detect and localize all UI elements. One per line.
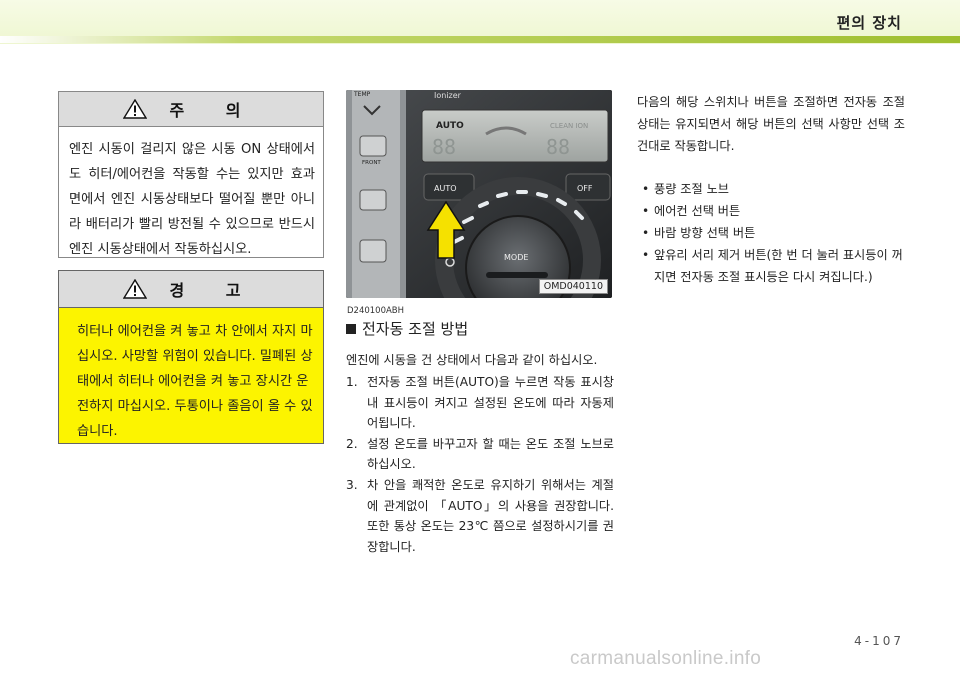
- step-text: 차 안을 쾌적한 온도로 유지하기 위해서는 계절에 관계없이 「AUTO」의 …: [367, 477, 614, 554]
- section-title: 편의 장치: [836, 14, 902, 32]
- warning-triangle-icon: [123, 279, 148, 299]
- list-item: • 앞유리 서리 제거 버튼(한 번 더 눌러 표시등이 꺼지면 전자동 조절 표…: [637, 244, 905, 288]
- subheading-text: 전자동 조절 방법: [362, 320, 469, 338]
- bullet-text: 에어컨 선택 버튼: [654, 204, 741, 218]
- bullet-icon: •: [642, 182, 650, 196]
- list-item: • 바람 방향 선택 버튼: [637, 222, 905, 244]
- intro-text: 엔진에 시동을 건 상태에서 다음과 같이 하십시오.: [346, 353, 598, 367]
- mode-label: MODE: [504, 253, 528, 262]
- list-item: • 에어컨 선택 버튼: [637, 200, 905, 222]
- climate-control-photo: TEMP FRONT Ionizer AUTO CLEAN ION 88 88 …: [346, 90, 612, 298]
- list-item: 3. 차 안을 쾌적한 온도로 유지하기 위해서는 계절에 관계없이 「AUTO…: [346, 475, 614, 557]
- caution-title: 주 의: [169, 101, 259, 120]
- bullet-icon: •: [642, 204, 650, 218]
- warning-text: 히터나 에어컨을 켜 놓고 차 안에서 자지 마십시오. 사망할 위험이 있습니…: [77, 324, 313, 439]
- list-item: • 풍량 조절 노브: [637, 178, 905, 200]
- square-bullet-icon: [346, 323, 356, 334]
- document-code: D240100ABH: [347, 306, 405, 316]
- header-divider: [0, 36, 960, 43]
- warning-box: 경 고 히터나 에어컨을 켜 놓고 차 안에서 자지 마십시오. 사망할 위험이…: [58, 270, 324, 444]
- bullet-text: 풍량 조절 노브: [654, 182, 730, 196]
- off-button-label: OFF: [577, 184, 593, 193]
- step-number: 3.: [346, 477, 358, 492]
- bullet-icon: •: [642, 226, 650, 240]
- clean-ion-label: CLEAN ION: [550, 122, 588, 130]
- warning-title: 경 고: [169, 281, 259, 300]
- caution-box: 주 의 엔진 시동이 걸리지 않은 시동 ON 상태에서 도 히터/에어컨을 작…: [58, 91, 324, 258]
- bullet-text: 바람 방향 선택 버튼: [654, 226, 756, 240]
- front-label: FRONT: [362, 160, 381, 166]
- svg-text:88: 88: [546, 135, 570, 159]
- caution-text: 엔진 시동이 걸리지 않은 시동 ON 상태에서 도 히터/에어컨을 작동할 수…: [69, 142, 315, 257]
- right-intro: 다음의 해당 스위치나 버튼을 조절하면 전자동 조절 상태는 유지되면서 해당…: [637, 95, 905, 153]
- warning-triangle-icon: [123, 99, 148, 119]
- auto-button-label: AUTO: [434, 184, 457, 193]
- watermark: carmanualsonline.info: [570, 648, 762, 669]
- step-number: 1.: [346, 375, 358, 389]
- step-number: 2.: [346, 436, 358, 451]
- lcd-auto-label: AUTO: [436, 121, 464, 131]
- caution-header: 주 의: [59, 92, 323, 127]
- bullet-text: 앞유리 서리 제거 버튼(한 번 더 눌러 표시등이 꺼지면 전자동 조절 표시…: [654, 248, 903, 284]
- svg-text:88: 88: [432, 135, 456, 159]
- list-item: 2. 설정 온도를 바꾸고자 할 때는 온도 조절 노브로 하십시오.: [346, 434, 614, 475]
- photo-code: OMD040110: [538, 279, 608, 294]
- step-text: 전자동 조절 버튼(AUTO)을 누르면 작동 표시창내 표시등이 켜지고 설정…: [367, 375, 614, 431]
- page-number: 4-107: [854, 634, 904, 648]
- temp-label: TEMP: [353, 91, 371, 98]
- bullet-icon: •: [642, 248, 650, 262]
- right-bullet-list: • 풍량 조절 노브 • 에어컨 선택 버튼 • 바람 방향 선택 버튼 • 앞유리 서…: [637, 178, 905, 288]
- steps-list: 1. 전자동 조절 버튼(AUTO)을 누르면 작동 표시창내 표시등이 켜지고…: [346, 372, 614, 557]
- list-item: 1. 전자동 조절 버튼(AUTO)을 누르면 작동 표시창내 표시등이 켜지고…: [346, 372, 614, 434]
- step-text: 설정 온도를 바꾸고자 할 때는 온도 조절 노브로 하십시오.: [367, 436, 614, 472]
- warning-header: 경 고: [59, 271, 323, 308]
- ionizer-label: Ionizer: [434, 91, 462, 100]
- subheading: 전자동 조절 방법: [346, 318, 468, 339]
